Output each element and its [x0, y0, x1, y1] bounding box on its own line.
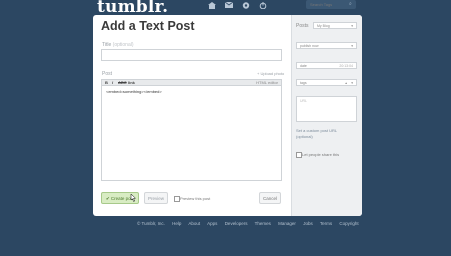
- italic-button[interactable]: I: [112, 80, 113, 85]
- settings-icon[interactable]: [242, 2, 250, 9]
- posts-label: Posts: [296, 23, 309, 29]
- footer-link-copyright[interactable]: Copyright: [339, 221, 358, 226]
- link-button[interactable]: link: [128, 80, 135, 85]
- footer-link-apps[interactable]: Apps: [207, 221, 217, 226]
- chevron-down-icon: ▾: [351, 44, 353, 48]
- footer-link-terms[interactable]: Terms: [320, 221, 332, 226]
- home-icon[interactable]: [208, 2, 216, 9]
- url-textarea[interactable]: URL: [296, 96, 357, 122]
- upload-photo-link[interactable]: + Upload photo: [257, 71, 284, 76]
- strikethrough-button[interactable]: ABC: [118, 80, 127, 85]
- publish-select[interactable]: publish now ▾: [296, 42, 357, 49]
- footer-link-manager[interactable]: Manager: [278, 221, 296, 226]
- preview-button[interactable]: Preview: [144, 192, 168, 204]
- footer-link-help[interactable]: Help: [172, 221, 181, 226]
- post-body-text: <embed=something></embed>: [106, 89, 162, 94]
- custom-url-link[interactable]: Set a custom post URL: [296, 128, 337, 133]
- chevron-down-icon: ▾: [351, 24, 353, 28]
- post-label: Post: [102, 71, 113, 77]
- title-label-text: Title: [102, 42, 112, 48]
- date-field[interactable]: date 20:13:04: [296, 62, 357, 69]
- date-value: 20:13:04: [339, 64, 353, 68]
- html-editor-button[interactable]: HTML editor: [256, 80, 278, 85]
- title-input[interactable]: [101, 49, 282, 61]
- blog-select-value: My Blog: [317, 24, 330, 28]
- url-placeholder: URL: [300, 99, 308, 103]
- power-icon[interactable]: [259, 2, 267, 10]
- blog-select[interactable]: My Blog ▾: [313, 22, 357, 29]
- footer-link-themes[interactable]: Themes: [255, 221, 271, 226]
- tags-label: tags: [300, 81, 307, 85]
- footer-links: © Tumblr, Inc. Help About Apps Developer…: [137, 221, 365, 226]
- mouse-cursor-icon: [130, 194, 136, 202]
- custom-url-optional: (optional): [296, 134, 313, 139]
- mail-icon[interactable]: [224, 1, 234, 9]
- footer-link-about[interactable]: About: [188, 221, 200, 226]
- footer-link-jobs[interactable]: Jobs: [303, 221, 313, 226]
- bold-button[interactable]: B: [105, 80, 108, 85]
- post-body-editor[interactable]: <embed=something></embed>: [101, 86, 282, 181]
- chevron-down-icon: ▾: [351, 81, 353, 85]
- page-title: Add a Text Post: [101, 19, 195, 33]
- editor-toolbar: B I ABC link HTML editor: [101, 79, 282, 86]
- date-label: date: [300, 64, 307, 68]
- title-label: Title (optional): [102, 42, 134, 48]
- footer-link-developers[interactable]: Developers: [225, 221, 248, 226]
- search-icon[interactable]: ⌕: [349, 1, 352, 7]
- tags-field[interactable]: tags ▴ ▾: [296, 79, 357, 86]
- preview-checkbox-label: Preview this post: [180, 196, 211, 201]
- tag-icon: ▴: [345, 81, 347, 85]
- title-optional-text: (optional): [112, 42, 134, 48]
- footer-copyright: © Tumblr, Inc.: [137, 221, 165, 226]
- publish-select-value: publish now: [300, 44, 319, 48]
- cancel-button[interactable]: Cancel: [259, 192, 281, 204]
- share-checkbox-label: Let people share this: [302, 152, 340, 157]
